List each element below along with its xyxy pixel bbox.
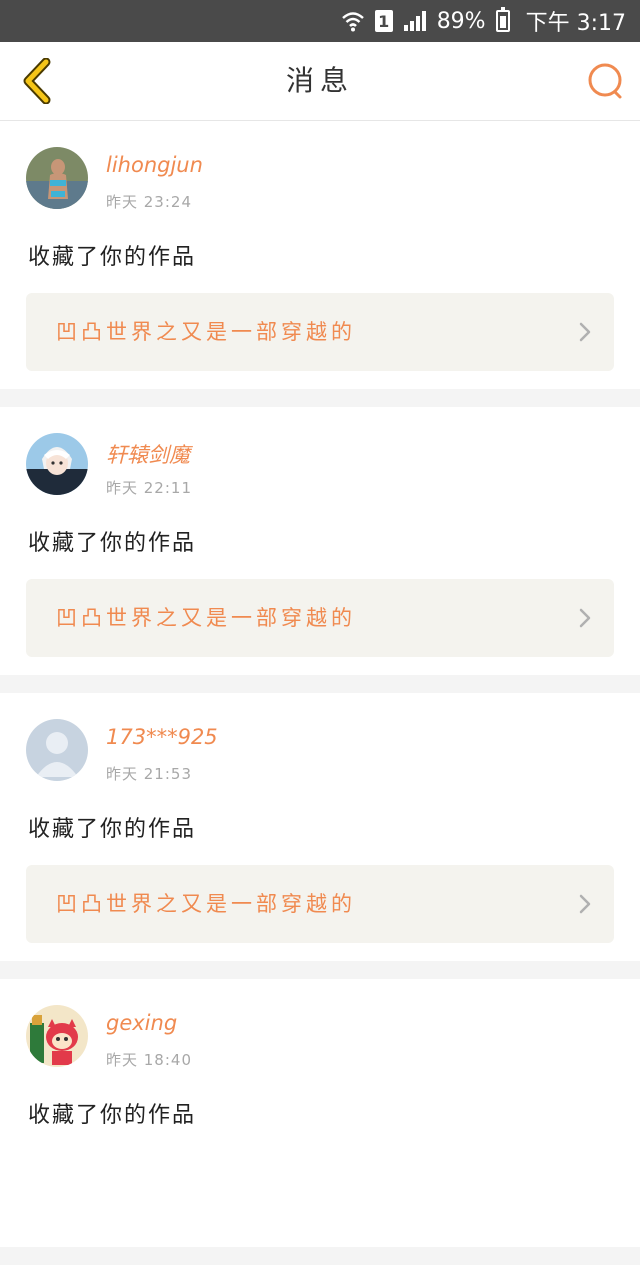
status-bar: 1 89% 下午 3:17 <box>0 0 640 42</box>
status-icons: 1 89% 下午 3:17 <box>341 0 626 42</box>
header-bar: 消息 <box>0 42 640 121</box>
message-text: 收藏了你的作品 <box>28 817 197 842</box>
work-title: 凹凸世界之又是一部穿越的 <box>56 892 356 916</box>
work-link[interactable]: 凹凸世界之又是一部穿越的 <box>26 579 614 657</box>
work-title: 凹凸世界之又是一部穿越的 <box>56 320 356 344</box>
message-time: 昨天 21:53 <box>106 765 192 783</box>
status-time: 下午 3:17 <box>525 11 626 36</box>
username[interactable]: 173***925 <box>106 725 218 749</box>
page-title: 消息 <box>285 64 354 97</box>
avatar[interactable] <box>26 719 88 781</box>
work-title: 凹凸世界之又是一部穿越的 <box>56 606 356 630</box>
message-card: gexing 昨天 18:40 收藏了你的作品 <box>0 979 640 1247</box>
message-card: 轩辕剑魔 昨天 22:11 收藏了你的作品 凹凸世界之又是一部穿越的 <box>0 407 640 675</box>
battery-icon <box>495 7 510 32</box>
chevron-right-icon <box>579 894 591 914</box>
message-text: 收藏了你的作品 <box>28 1103 197 1128</box>
battery-percent: 89% <box>436 8 486 34</box>
message-time: 昨天 22:11 <box>106 479 192 497</box>
chevron-right-icon <box>579 608 591 628</box>
avatar[interactable] <box>26 1005 88 1067</box>
avatar[interactable] <box>26 433 88 495</box>
message-time: 昨天 23:24 <box>106 193 192 211</box>
message-time: 昨天 18:40 <box>106 1051 192 1069</box>
username[interactable]: gexing <box>106 1011 177 1035</box>
chevron-right-icon <box>579 322 591 342</box>
work-link[interactable]: 凹凸世界之又是一部穿越的 <box>26 865 614 943</box>
sim-slot-badge: 1 <box>374 10 393 32</box>
username[interactable]: lihongjun <box>106 153 203 177</box>
avatar[interactable] <box>26 147 88 209</box>
message-text: 收藏了你的作品 <box>28 531 197 556</box>
message-card: lihongjun 昨天 23:24 收藏了你的作品 凹凸世界之又是一部穿越的 <box>0 121 640 389</box>
message-card: 173***925 昨天 21:53 收藏了你的作品 凹凸世界之又是一部穿越的 <box>0 693 640 961</box>
search-icon[interactable] <box>586 62 624 100</box>
message-list: lihongjun 昨天 23:24 收藏了你的作品 凹凸世界之又是一部穿越的 … <box>0 121 640 1265</box>
signal-icon <box>403 11 426 31</box>
wifi-icon <box>341 12 364 32</box>
message-text: 收藏了你的作品 <box>28 245 197 270</box>
username[interactable]: 轩辕剑魔 <box>106 439 190 469</box>
work-link[interactable]: 凹凸世界之又是一部穿越的 <box>26 293 614 371</box>
